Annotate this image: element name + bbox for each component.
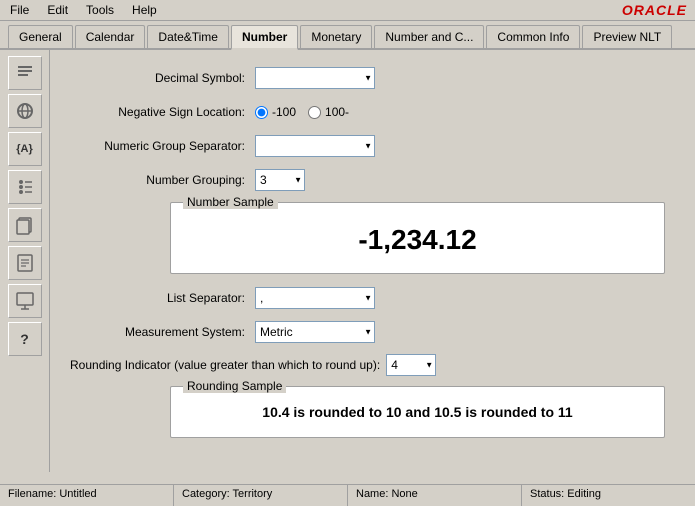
sidebar-btn-3[interactable]: {A}	[8, 132, 42, 166]
list-separator-row: List Separator: , ;	[70, 286, 675, 310]
measurement-row: Measurement System: Metric US UK	[70, 320, 675, 344]
list-separator-select[interactable]: , ;	[255, 287, 375, 309]
menu-items: File Edit Tools Help	[8, 2, 159, 18]
numeric-group-row: Numeric Group Separator: , .	[70, 134, 675, 158]
measurement-select[interactable]: Metric US UK	[255, 321, 375, 343]
number-grouping-select[interactable]: 3 2 4	[255, 169, 305, 191]
number-grouping-wrapper[interactable]: 3 2 4	[255, 169, 305, 191]
main-layout: {A} ? Decimal Symbol: .	[0, 50, 695, 472]
decimal-symbol-wrapper[interactable]: . ,	[255, 67, 375, 89]
number-grouping-row: Number Grouping: 3 2 4	[70, 168, 675, 192]
numeric-group-label: Numeric Group Separator:	[70, 139, 255, 153]
decimal-symbol-row: Decimal Symbol: . ,	[70, 66, 675, 90]
measurement-label: Measurement System:	[70, 325, 255, 339]
rounding-value-select[interactable]: 4 5 3	[386, 354, 436, 376]
tab-preview-nlt[interactable]: Preview NLT	[582, 25, 672, 48]
negative-sign-row: Negative Sign Location: -100 100-	[70, 100, 675, 124]
status-category: Category: Territory	[174, 485, 348, 506]
sidebar-help-btn[interactable]: ?	[8, 322, 42, 356]
rounding-indicator-row: Rounding Indicator (value greater than w…	[70, 354, 675, 376]
rounding-sample-value: 10.4 is rounded to 10 and 10.5 is rounde…	[171, 387, 664, 437]
negative-sign-option1-label[interactable]: -100	[255, 105, 296, 119]
rounding-value-wrapper[interactable]: 4 5 3	[386, 354, 436, 376]
menu-edit[interactable]: Edit	[45, 2, 70, 18]
tab-datetime[interactable]: Date&Time	[147, 25, 229, 48]
sidebar-btn-1[interactable]	[8, 56, 42, 90]
sidebar: {A} ?	[0, 50, 50, 472]
oracle-logo: ORACLE	[622, 2, 687, 18]
negative-sign-radio2[interactable]	[308, 106, 321, 119]
sidebar-btn-4[interactable]	[8, 170, 42, 204]
status-editing: Status: Editing	[522, 485, 695, 506]
tab-number-c[interactable]: Number and C...	[374, 25, 484, 48]
measurement-wrapper[interactable]: Metric US UK	[255, 321, 375, 343]
menu-file[interactable]: File	[8, 2, 31, 18]
rounding-indicator-label: Rounding Indicator (value greater than w…	[70, 358, 380, 372]
negative-sign-option2-text: 100-	[325, 105, 349, 119]
number-sample-box: Number Sample -1,234.12	[170, 202, 665, 274]
negative-sign-control: -100 100-	[255, 105, 349, 119]
number-grouping-label: Number Grouping:	[70, 173, 255, 187]
tab-common-info[interactable]: Common Info	[486, 25, 580, 48]
decimal-symbol-control: . ,	[255, 67, 375, 89]
tab-calendar[interactable]: Calendar	[75, 25, 146, 48]
number-sample-value: -1,234.12	[171, 203, 664, 273]
list-separator-wrapper[interactable]: , ;	[255, 287, 375, 309]
measurement-control: Metric US UK	[255, 321, 375, 343]
list-separator-label: List Separator:	[70, 291, 255, 305]
number-sample-legend: Number Sample	[183, 195, 278, 209]
menu-bar: File Edit Tools Help ORACLE	[0, 0, 695, 21]
negative-sign-option1-text: -100	[272, 105, 296, 119]
number-grouping-control: 3 2 4	[255, 169, 305, 191]
content-area: Decimal Symbol: . , Negative Sign Locati…	[50, 50, 695, 472]
menu-tools[interactable]: Tools	[84, 2, 116, 18]
status-bar: Filename: Untitled Category: Territory N…	[0, 484, 695, 506]
tab-bar: General Calendar Date&Time Number Moneta…	[0, 21, 695, 50]
decimal-symbol-label: Decimal Symbol:	[70, 71, 255, 85]
numeric-group-wrapper[interactable]: , .	[255, 135, 375, 157]
rounding-sample-box: Rounding Sample 10.4 is rounded to 10 an…	[170, 386, 665, 438]
sidebar-btn-7[interactable]	[8, 284, 42, 318]
rounding-sample-legend: Rounding Sample	[183, 379, 286, 393]
numeric-group-select[interactable]: , .	[255, 135, 375, 157]
status-name: Name: None	[348, 485, 522, 506]
sidebar-btn-5[interactable]	[8, 208, 42, 242]
negative-sign-option2-label[interactable]: 100-	[308, 105, 349, 119]
status-filename: Filename: Untitled	[0, 485, 174, 506]
sidebar-btn-2[interactable]	[8, 94, 42, 128]
menu-help[interactable]: Help	[130, 2, 159, 18]
tab-general[interactable]: General	[8, 25, 73, 48]
tab-monetary[interactable]: Monetary	[300, 25, 372, 48]
numeric-group-control: , .	[255, 135, 375, 157]
sidebar-btn-6[interactable]	[8, 246, 42, 280]
list-separator-control: , ;	[255, 287, 375, 309]
decimal-symbol-select[interactable]: . ,	[255, 67, 375, 89]
negative-sign-radio1[interactable]	[255, 106, 268, 119]
negative-sign-label: Negative Sign Location:	[70, 105, 255, 119]
tab-number[interactable]: Number	[231, 25, 298, 50]
